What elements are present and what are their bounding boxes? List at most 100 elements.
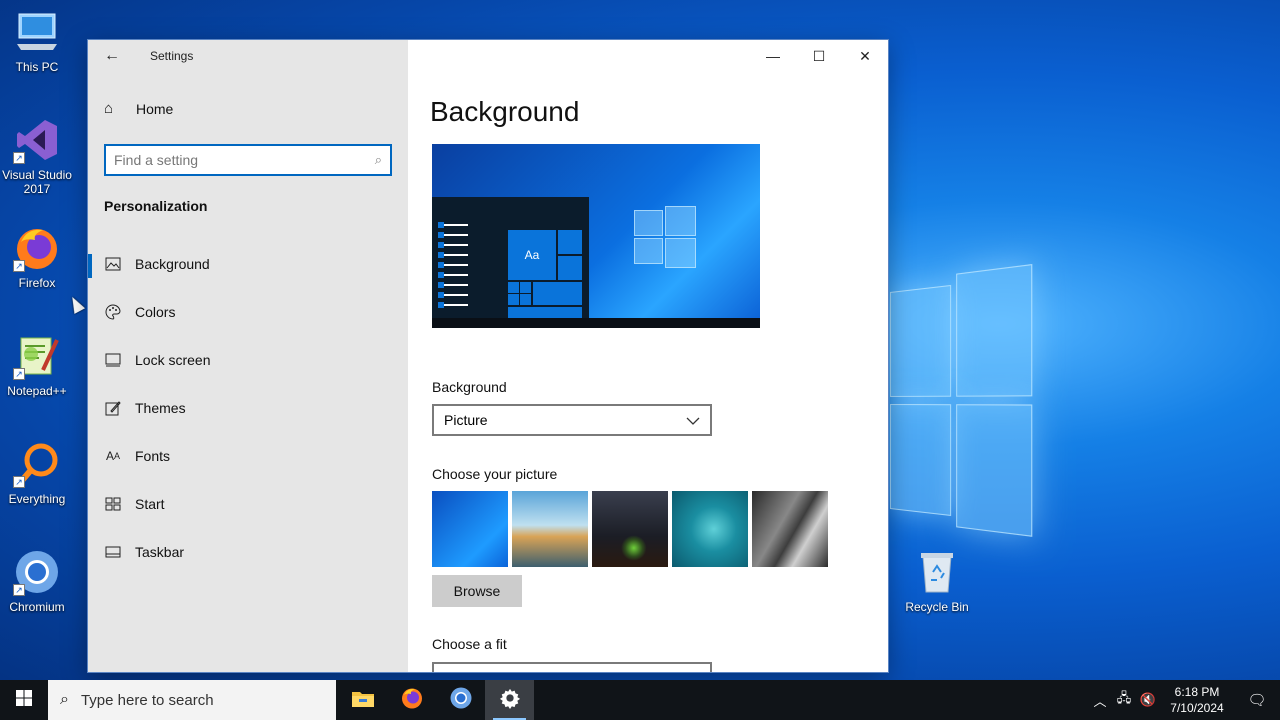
nav-label: Colors bbox=[135, 304, 176, 320]
close-button[interactable]: ✕ bbox=[842, 40, 888, 72]
nav-label: Start bbox=[135, 496, 165, 512]
background-dropdown[interactable]: Picture bbox=[432, 404, 712, 436]
nav-label: Background bbox=[135, 256, 210, 272]
settings-content: — ☐ ✕ Background Aa Background Picture C… bbox=[408, 40, 888, 672]
firefox-icon: ↗ bbox=[13, 224, 61, 272]
close-icon: ✕ bbox=[859, 47, 871, 64]
clock-time: 6:18 PM bbox=[1174, 685, 1220, 699]
choose-picture-label: Choose your picture bbox=[432, 466, 558, 482]
browse-button[interactable]: Browse bbox=[432, 575, 522, 607]
chromium-icon: ↗ bbox=[13, 548, 61, 596]
find-setting-box: ⌕ bbox=[104, 144, 392, 176]
taskbar-search-box[interactable]: ⌕ Type here to search bbox=[48, 680, 336, 720]
preview-taskbar bbox=[432, 318, 760, 328]
nav-item-start[interactable]: Start bbox=[88, 480, 408, 528]
nav-label: Lock screen bbox=[135, 352, 211, 368]
picture-icon bbox=[104, 255, 122, 273]
desktop-icon-label: This PC bbox=[15, 60, 59, 74]
home-link[interactable]: ⌂ Home bbox=[104, 100, 173, 117]
background-preview: Aa bbox=[432, 144, 760, 328]
lock-screen-icon bbox=[104, 351, 122, 369]
picture-thumbnail-windows[interactable] bbox=[432, 491, 508, 567]
nav-item-fonts[interactable]: AA Fonts bbox=[88, 432, 408, 480]
network-icon[interactable]: 🖧 bbox=[1112, 689, 1136, 711]
clock[interactable]: 6:18 PM 7/10/2024 bbox=[1160, 684, 1234, 716]
file-explorer-icon bbox=[351, 688, 375, 713]
background-dropdown-value: Picture bbox=[444, 412, 488, 428]
picture-thumbnails bbox=[432, 491, 828, 567]
settings-window: ← Settings ⌂ Home ⌕ Personalization Back… bbox=[88, 40, 888, 672]
taskbar-firefox[interactable] bbox=[387, 680, 436, 720]
desktop-icon-label: Recycle Bin bbox=[905, 600, 969, 614]
taskbar-chromium[interactable] bbox=[436, 680, 485, 720]
nav-label: Fonts bbox=[135, 448, 171, 464]
settings-nav: Background Colors Lock screen Themes AA … bbox=[88, 240, 408, 576]
home-label: Home bbox=[136, 100, 174, 117]
nav-item-background[interactable]: Background bbox=[88, 240, 408, 288]
desktop-windows-logo bbox=[890, 263, 1033, 538]
notepadpp-icon: ↗ bbox=[13, 332, 61, 380]
maximize-icon: ☐ bbox=[812, 47, 826, 64]
nav-item-taskbar[interactable]: Taskbar bbox=[88, 528, 408, 576]
system-tray: ︿ 🖧 🔇 6:18 PM 7/10/2024 🗨 bbox=[1088, 680, 1280, 720]
volume-muted-icon[interactable]: 🔇 bbox=[1136, 692, 1160, 708]
picture-thumbnail-beach[interactable] bbox=[512, 491, 588, 567]
title-bar: ← Settings bbox=[88, 40, 408, 72]
settings-sidebar: ← Settings ⌂ Home ⌕ Personalization Back… bbox=[88, 40, 408, 672]
taskbar-file-explorer[interactable] bbox=[338, 680, 387, 720]
desktop-icon-label: Everything bbox=[8, 492, 66, 506]
desktop-icon-chromium[interactable]: ↗ Chromium bbox=[0, 548, 74, 614]
desktop-icon-recycle-bin[interactable]: Recycle Bin bbox=[900, 548, 974, 614]
taskbar: ⌕ Type here to search ︿ 🖧 🔇 6:18 PM 7/10… bbox=[0, 680, 1280, 720]
back-button[interactable]: ← bbox=[88, 40, 136, 72]
chevron-up-icon[interactable]: ︿ bbox=[1088, 691, 1112, 710]
taskbar-settings[interactable] bbox=[485, 680, 534, 720]
chevron-down-icon bbox=[686, 412, 700, 428]
desktop-icon-firefox[interactable]: ↗ Firefox bbox=[0, 224, 74, 290]
nav-item-colors[interactable]: Colors bbox=[88, 288, 408, 336]
settings-gear-icon bbox=[499, 687, 521, 714]
start-icon bbox=[104, 495, 122, 513]
preview-windows-logo bbox=[634, 206, 696, 268]
start-button[interactable] bbox=[0, 680, 48, 720]
desktop-icon-everything[interactable]: ↗ Everything bbox=[0, 440, 74, 506]
preview-app-list bbox=[438, 222, 468, 314]
desktop-icon-notepadpp[interactable]: ↗ Notepad++ bbox=[0, 332, 74, 398]
recycle-bin-icon bbox=[913, 548, 961, 596]
nav-item-themes[interactable]: Themes bbox=[88, 384, 408, 432]
picture-thumbnail-underwater[interactable] bbox=[672, 491, 748, 567]
find-setting-input[interactable] bbox=[114, 152, 375, 168]
desktop-icon-this-pc[interactable]: This PC bbox=[0, 8, 74, 74]
clock-date: 7/10/2024 bbox=[1170, 701, 1224, 715]
minimize-button[interactable]: — bbox=[750, 40, 796, 72]
preview-tile: Aa bbox=[508, 230, 556, 280]
home-icon: ⌂ bbox=[104, 100, 114, 117]
search-icon: ⌕ bbox=[374, 152, 382, 167]
fonts-icon: AA bbox=[105, 449, 121, 463]
page-title: Background bbox=[430, 96, 580, 127]
desktop-icon-label: Firefox bbox=[18, 276, 56, 290]
window-title: Settings bbox=[150, 49, 194, 63]
minimize-icon: — bbox=[766, 48, 780, 64]
choose-fit-dropdown[interactable] bbox=[432, 662, 712, 672]
notification-icon[interactable]: 🗨 bbox=[1234, 691, 1280, 709]
windows-logo-icon bbox=[16, 689, 32, 711]
nav-item-lock-screen[interactable]: Lock screen bbox=[88, 336, 408, 384]
desktop-icon-visual-studio[interactable]: ↗ Visual Studio 2017 bbox=[0, 116, 74, 196]
picture-thumbnail-waterfall[interactable] bbox=[752, 491, 828, 567]
themes-icon bbox=[104, 399, 122, 417]
maximize-button[interactable]: ☐ bbox=[796, 40, 842, 72]
desktop-icon-label: Notepad++ bbox=[7, 384, 67, 398]
desktop-icon-label: Chromium bbox=[9, 600, 65, 614]
arrow-left-icon: ← bbox=[104, 47, 120, 64]
section-heading: Personalization bbox=[104, 198, 208, 214]
firefox-icon bbox=[400, 686, 424, 715]
visual-studio-icon: ↗ bbox=[13, 116, 61, 164]
palette-icon bbox=[104, 303, 122, 321]
taskbar-icon bbox=[104, 543, 122, 561]
picture-thumbnail-night-sky[interactable] bbox=[592, 491, 668, 567]
chromium-icon bbox=[449, 686, 473, 715]
taskbar-search-placeholder: Type here to search bbox=[80, 691, 214, 709]
search-icon: ⌕ bbox=[60, 691, 69, 708]
computer-icon bbox=[13, 8, 61, 56]
